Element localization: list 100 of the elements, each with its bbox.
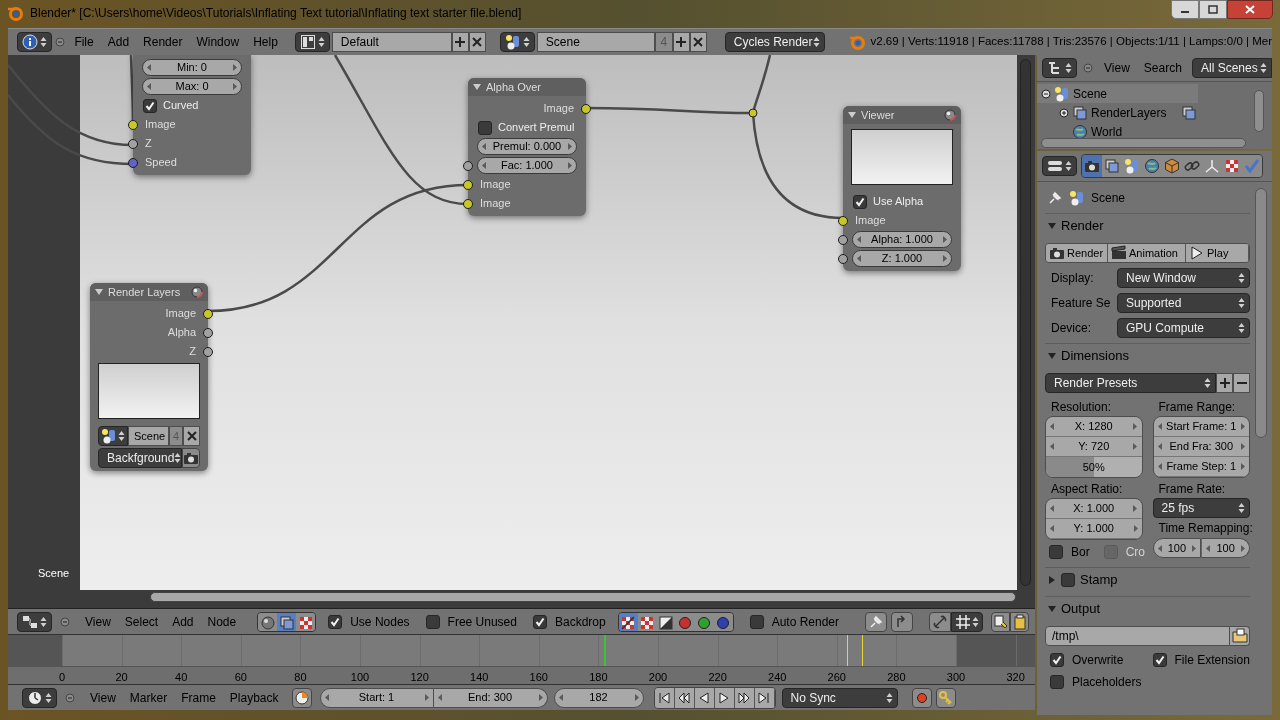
- frame-number: 40: [175, 670, 188, 685]
- checkbox-label: Backdrop: [554, 613, 606, 631]
- section-label: Aspect Ratio:: [1050, 480, 1124, 498]
- socket-label: Alpha: [167, 325, 196, 341]
- number-field[interactable]: End Fra: 300: [1153, 437, 1249, 457]
- checkbox-label: Overwrite: [1072, 652, 1124, 669]
- number-field[interactable]: Alpha: 1.000: [852, 231, 952, 248]
- tree-item-label[interactable]: RenderLayers: [1091, 103, 1167, 122]
- number-field[interactable]: X: 1.000: [1046, 499, 1142, 519]
- tree-item-label[interactable]: World: [1091, 122, 1123, 141]
- frame-number: 240: [768, 670, 787, 685]
- node-title: Alpha Over: [486, 79, 542, 95]
- sync-mode-dropdown[interactable]: No Sync: [781, 687, 898, 708]
- panel-title: Output: [1061, 599, 1101, 618]
- number-field[interactable]: Max: 0: [142, 78, 242, 95]
- layout-name-field[interactable]: Default: [331, 32, 452, 52]
- socket-label: Image: [855, 213, 886, 229]
- socket-label: Image: [145, 117, 176, 133]
- menu-item[interactable]: Frame: [174, 691, 223, 704]
- frame-number: 320: [1006, 670, 1025, 685]
- number-field[interactable]: Y: 720: [1046, 437, 1142, 457]
- start-frame-field[interactable]: Start: 1: [319, 687, 434, 708]
- percentage-slider[interactable]: 50%: [1046, 457, 1142, 477]
- number-field[interactable]: X: 1280: [1046, 417, 1142, 437]
- menu-item[interactable]: Marker: [122, 691, 175, 704]
- end-frame-field[interactable]: End: 300: [433, 687, 548, 708]
- menu-item[interactable]: Playback: [222, 691, 286, 704]
- frame-number: 80: [294, 670, 307, 685]
- node-panel[interactable]: Viewer Use Alpha Image Alpha: 1.000 Z: 1.000: [843, 106, 961, 271]
- checkbox-label: Convert Premul: [498, 120, 575, 136]
- socket-label: Image: [165, 306, 196, 322]
- frame-number: 60: [234, 670, 247, 685]
- frame-number: 220: [708, 670, 727, 685]
- node-panel[interactable]: Alpha Over Image Convert Premul Premul: 0.000 Fac: 1.000 Image Image: [468, 78, 586, 216]
- checkbox-label: Auto Render: [771, 613, 840, 631]
- menu-item[interactable]: View: [83, 691, 123, 704]
- display-mode-dropdown[interactable]: All Scenes: [1192, 58, 1272, 78]
- render-engine-dropdown[interactable]: Cycles Render: [724, 32, 825, 52]
- menu-item[interactable]: Add: [165, 615, 201, 628]
- menu-item[interactable]: View: [78, 615, 118, 628]
- menu-item[interactable]: Help: [246, 36, 285, 48]
- number-field[interactable]: Premul: 0.000: [477, 138, 577, 155]
- setting-label: Feature Se: [1050, 295, 1112, 312]
- node-panel[interactable]: Min: 0 Max: 0 Curved Image Z Speed: [133, 55, 251, 175]
- checkbox-label: Placeholders: [1072, 674, 1142, 691]
- number-field[interactable]: Frame Step: 1: [1153, 457, 1249, 477]
- menu-item[interactable]: Add: [100, 36, 137, 48]
- context-label: Scene: [1091, 190, 1126, 207]
- frame-number: 200: [648, 670, 668, 685]
- setting-dropdown[interactable]: Supported: [1117, 293, 1250, 313]
- render-presets-dropdown[interactable]: Render Presets: [1045, 373, 1216, 393]
- panel-title: Stamp: [1080, 570, 1118, 589]
- setting-label: Display:: [1050, 270, 1095, 287]
- frame-number: 260: [827, 670, 846, 685]
- menu-item[interactable]: Search: [1136, 62, 1189, 74]
- checkbox-label: Use Alpha: [873, 194, 924, 210]
- window-title: Blender* [C:\Users\home\Videos\Tutorials\Inflating Text tutorial\Inflating text starter file.blend]: [30, 5, 522, 22]
- frame-rate-dropdown[interactable]: 25 fps: [1152, 498, 1250, 518]
- menu-item[interactable]: View: [1097, 62, 1137, 74]
- checkbox-label: File Extension: [1174, 652, 1250, 669]
- menu-item[interactable]: Window: [189, 36, 247, 48]
- socket-label: Image: [480, 196, 511, 212]
- menu-item[interactable]: Select: [117, 615, 166, 628]
- socket-label: Z: [189, 344, 196, 360]
- menu-item[interactable]: Node: [200, 615, 244, 628]
- output-path-field[interactable]: /tmp\: [1045, 626, 1230, 646]
- render-layer-dropdown[interactable]: Backfground: [98, 447, 182, 468]
- socket-label: Z: [145, 136, 152, 152]
- section-label: Resolution:: [1050, 398, 1113, 416]
- scene-statistics: v2.69 | Verts:11918 | Faces:11788 | Tris:23576 | Objects:1/11 | Lamps:0/0 | Mer: [870, 34, 1272, 50]
- scene-name-field[interactable]: Scene: [128, 426, 169, 446]
- number-field[interactable]: Y: 1.000: [1046, 519, 1142, 539]
- render-button[interactable]: Play: [1186, 244, 1249, 262]
- setting-dropdown[interactable]: New Window: [1117, 268, 1250, 288]
- menu-item[interactable]: File: [67, 36, 101, 48]
- frame-number: 300: [946, 670, 966, 685]
- frame-number: 180: [589, 670, 608, 685]
- menu-item[interactable]: Render: [136, 36, 190, 48]
- panel-title: Dimensions: [1061, 346, 1129, 365]
- number-field[interactable]: Z: 1.000: [852, 250, 952, 267]
- number-field[interactable]: Fac: 1.000: [477, 157, 577, 174]
- current-frame-field[interactable]: 182: [553, 687, 644, 708]
- number-field[interactable]: Min: 0: [142, 59, 242, 76]
- scene-name-field[interactable]: Scene: [536, 32, 655, 52]
- number-field[interactable]: Start Frame: 1: [1153, 417, 1249, 437]
- panel-title: Render: [1061, 216, 1104, 235]
- frame-number: 280: [887, 670, 906, 685]
- scene-name-label: Scene: [38, 566, 70, 581]
- checkbox-label: Bor: [1071, 544, 1090, 561]
- number-field[interactable]: 100: [1152, 538, 1202, 558]
- frame-number: 0: [58, 670, 66, 685]
- section-label: Frame Rate:: [1157, 480, 1227, 498]
- frame-number: 160: [529, 670, 548, 685]
- render-button[interactable]: Render: [1046, 244, 1108, 262]
- checkbox-label: Curved: [163, 98, 199, 114]
- render-button[interactable]: Animation: [1108, 244, 1186, 262]
- checkbox-label: Cro: [1125, 544, 1146, 561]
- setting-dropdown[interactable]: GPU Compute: [1117, 318, 1250, 338]
- socket-label: Image: [480, 177, 511, 193]
- number-field[interactable]: 100: [1201, 538, 1250, 558]
